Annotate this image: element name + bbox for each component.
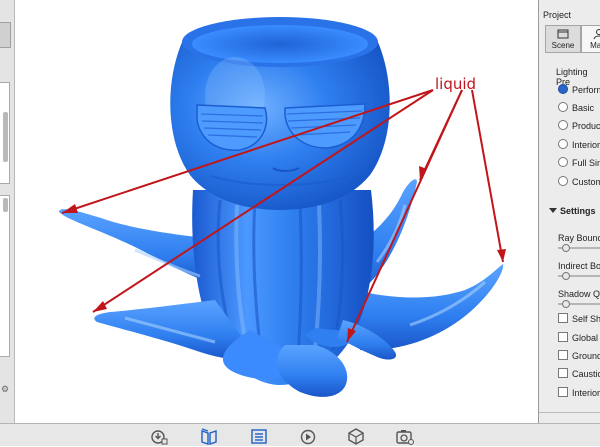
radio-full-simulation[interactable]: Full Sim [558,157,600,169]
radio-performance[interactable]: Perform [558,84,600,96]
animation-icon [299,428,317,445]
divider [539,412,600,413]
checkbox-self-shadows[interactable]: Self Sha [558,313,600,324]
tab-scene-label: Scene [546,41,580,50]
screenshot-button[interactable] [396,428,414,445]
radio-label: Perform [572,85,600,95]
settings-icon[interactable]: ⚙ [1,385,10,394]
radio-label: Basic [572,103,594,113]
render-viewport[interactable]: liquid [15,0,538,423]
checkbox-label: Global I [572,333,600,343]
import-icon [150,428,168,445]
library-button[interactable] [200,428,218,445]
library-icon [200,428,218,445]
panel-title: Project [543,10,571,20]
project-panel: Project Scene Mate Lighting Pre Perform … [538,0,600,423]
radio-label: Interior [572,140,600,150]
checkbox-caustics[interactable]: Caustic [558,368,600,379]
screenshot-icon [396,428,414,445]
indirect-bounces-slider[interactable] [558,275,600,277]
radio-button[interactable] [558,176,568,186]
panel-tabs: Scene Mate [543,25,600,53]
main-toolbar [0,423,600,446]
checkbox-label: Ground [572,351,600,361]
checkbox-label: Interior [572,388,600,398]
person-icon [593,28,600,39]
checkbox[interactable] [558,350,568,360]
checkbox-label: Self Sha [572,314,600,324]
tab-scene[interactable]: Scene [545,25,581,53]
radio-custom[interactable]: Custom [558,176,600,188]
settings-section-header[interactable]: Settings [549,206,596,216]
indirect-bounces-label: Indirect Bou [558,261,600,271]
checkbox-interior[interactable]: Interior [558,387,600,398]
scene-icon [557,28,569,39]
checkbox[interactable] [558,332,568,342]
cup-opening [192,25,368,63]
left-sidebar: ⚙ [0,0,15,423]
left-scrollbar-thumb[interactable] [3,112,8,162]
radio-label: Product [572,121,600,131]
project-icon [250,428,268,445]
annotation-label: liquid [435,75,476,93]
render-icon [347,428,365,445]
tab-materials-label: Mate [582,41,600,50]
radio-button[interactable] [558,139,568,149]
octopus-cup-render [15,0,538,423]
radio-product[interactable]: Product [558,120,600,132]
checkbox-global-illumination[interactable]: Global I [558,332,600,343]
radio-label: Full Sim [572,158,600,168]
radio-label: Custom [572,177,600,187]
slider-knob[interactable] [562,244,570,252]
shadow-quality-slider[interactable] [558,303,600,305]
checkbox-label: Caustic [572,369,600,379]
render-button[interactable] [347,428,365,445]
chevron-down-icon [549,208,557,213]
radio-button[interactable] [558,157,568,167]
slider-knob[interactable] [562,300,570,308]
checkbox[interactable] [558,368,568,378]
checkbox[interactable] [558,313,568,323]
ray-bounces-slider[interactable] [558,247,600,249]
ray-bounces-label: Ray Bounce [558,233,600,243]
radio-interior[interactable]: Interior [558,139,600,151]
animation-button[interactable] [299,428,317,445]
slider-knob[interactable] [562,272,570,280]
checkbox[interactable] [558,387,568,397]
settings-title: Settings [560,206,596,216]
shadow-quality-label: Shadow Qu [558,289,600,299]
left-panel-button[interactable] [0,22,11,48]
left-scrollbar-thumb-2[interactable] [3,198,8,212]
radio-basic[interactable]: Basic [558,102,594,114]
radio-button[interactable] [558,84,568,94]
project-button[interactable] [250,428,268,445]
radio-button[interactable] [558,102,568,112]
left-panel-tree[interactable] [0,195,10,357]
tab-materials[interactable]: Mate [581,25,600,53]
import-button[interactable] [150,428,168,445]
radio-button[interactable] [558,120,568,130]
checkbox-ground[interactable]: Ground [558,350,600,361]
